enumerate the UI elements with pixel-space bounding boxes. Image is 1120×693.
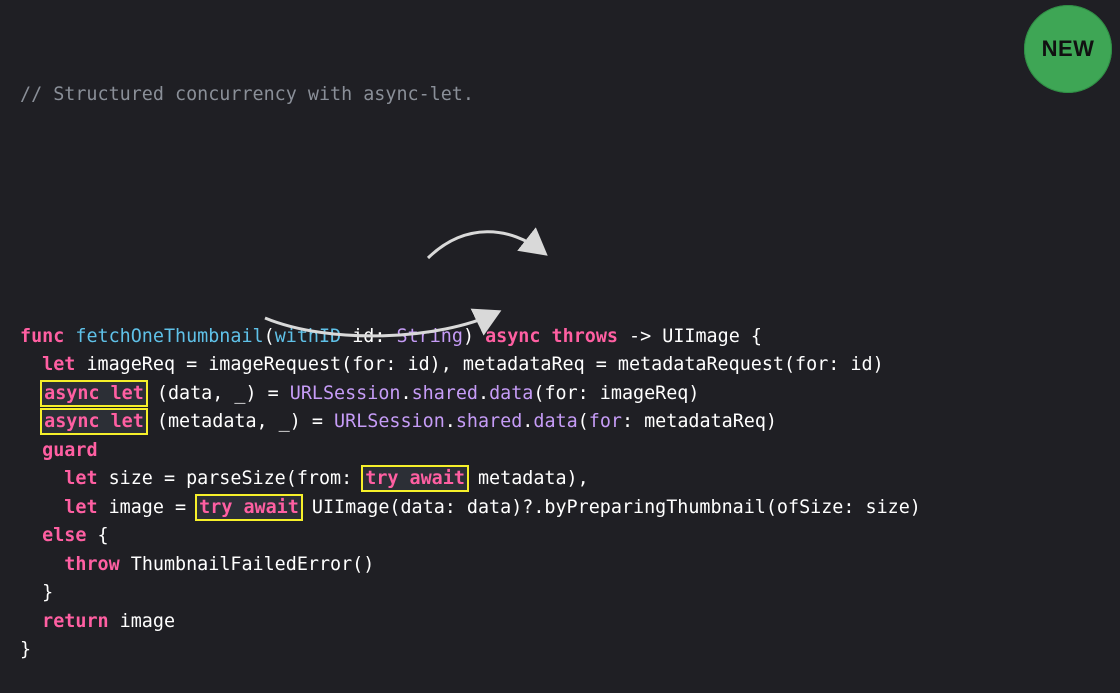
code-token-plain: size = parseSize(from: (97, 468, 364, 489)
code-token-type: String (396, 325, 463, 347)
code-line: else { (20, 522, 921, 551)
code-token-type: shared (455, 411, 523, 432)
code-token-type: for (588, 411, 622, 432)
code-block: // Structured concurrency with async-let… (20, 24, 921, 693)
code-token-kw: return (42, 610, 109, 632)
code-token-plain: } (20, 639, 32, 660)
code-token-type: shared (411, 382, 478, 404)
code-token-kw: throws (551, 325, 618, 347)
code-token-plain: image (108, 610, 176, 632)
code-token-kw: async (485, 325, 541, 347)
code-line: async let (data, _) = URLSession.shared.… (20, 379, 921, 409)
code-token-plain: { (86, 525, 109, 546)
code-token-type: URLSession (334, 411, 445, 432)
code-token-type: URLSession (289, 382, 401, 404)
async-let-highlight-1: async let (40, 379, 148, 407)
code-token-kw: let (42, 354, 76, 375)
code-token-fn: fetchOneThumbnail (75, 325, 264, 347)
code-comment: // Structured concurrency with async-let… (20, 84, 474, 105)
code-token-kw: let (64, 468, 98, 489)
code-token-kw: else (42, 525, 87, 546)
code-token-fn: withID (274, 325, 342, 347)
code-token-plain: . (444, 411, 456, 432)
code-token-type: data (533, 411, 578, 432)
new-badge: NEW (1024, 5, 1112, 93)
code-token-plain: : metadataReq) (621, 411, 777, 432)
async-let-highlight-2: async let (40, 408, 148, 435)
code-line: let image = try await UIImage(data: data… (20, 493, 921, 523)
code-token-plain: (for: imageReq) (533, 382, 700, 404)
code-token-plain: image = (97, 496, 198, 518)
code-line: throw ThumbnailFailedError() (20, 551, 921, 580)
code-line: func fetchOneThumbnail(withID id: String… (20, 323, 921, 352)
code-line: let imageReq = imageRequest(for: id), me… (20, 351, 921, 380)
code-token-kw: throw (64, 553, 120, 575)
code-token-plain: (data, _) = (145, 382, 290, 404)
code-token-plain: } (20, 582, 54, 603)
code-line: } (20, 579, 921, 608)
code-token-type: data (489, 382, 534, 404)
code-token-plain: -> UIImage { (617, 325, 762, 347)
code-token-plain: imageReq = imageRequest(for: id), metada… (75, 354, 884, 375)
code-line: async let (metadata, _) = URLSession.sha… (20, 408, 921, 437)
code-token-plain: ThumbnailFailedError() (119, 553, 375, 575)
code-token-plain: metadata), (466, 468, 589, 489)
try-await-highlight-1: try await (361, 465, 469, 492)
code-token-plain: UIImage(data: data)?.byPreparingThumbnai… (300, 496, 921, 518)
code-token-plain: ) (462, 325, 486, 347)
code-token-kw: let (64, 496, 98, 518)
code-token-plain: ( (577, 411, 589, 432)
code-lines: func fetchOneThumbnail(withID id: String… (20, 323, 921, 665)
code-token-plain: . (522, 411, 534, 432)
code-line: let size = parseSize(from: try await met… (20, 465, 921, 494)
code-token-plain: . (478, 382, 490, 404)
code-token-kw: guard (42, 439, 98, 461)
code-token-plain: (metadata, _) = (145, 411, 335, 432)
code-token-plain: id: (341, 325, 397, 347)
code-token-plain: . (400, 382, 412, 404)
code-token-plain: ( (263, 325, 275, 347)
code-line: } (20, 636, 921, 665)
code-line: return image (20, 608, 921, 637)
code-token-kw: func (20, 325, 65, 347)
code-line: guard (20, 437, 921, 466)
try-await-highlight-2: try await (195, 493, 303, 521)
